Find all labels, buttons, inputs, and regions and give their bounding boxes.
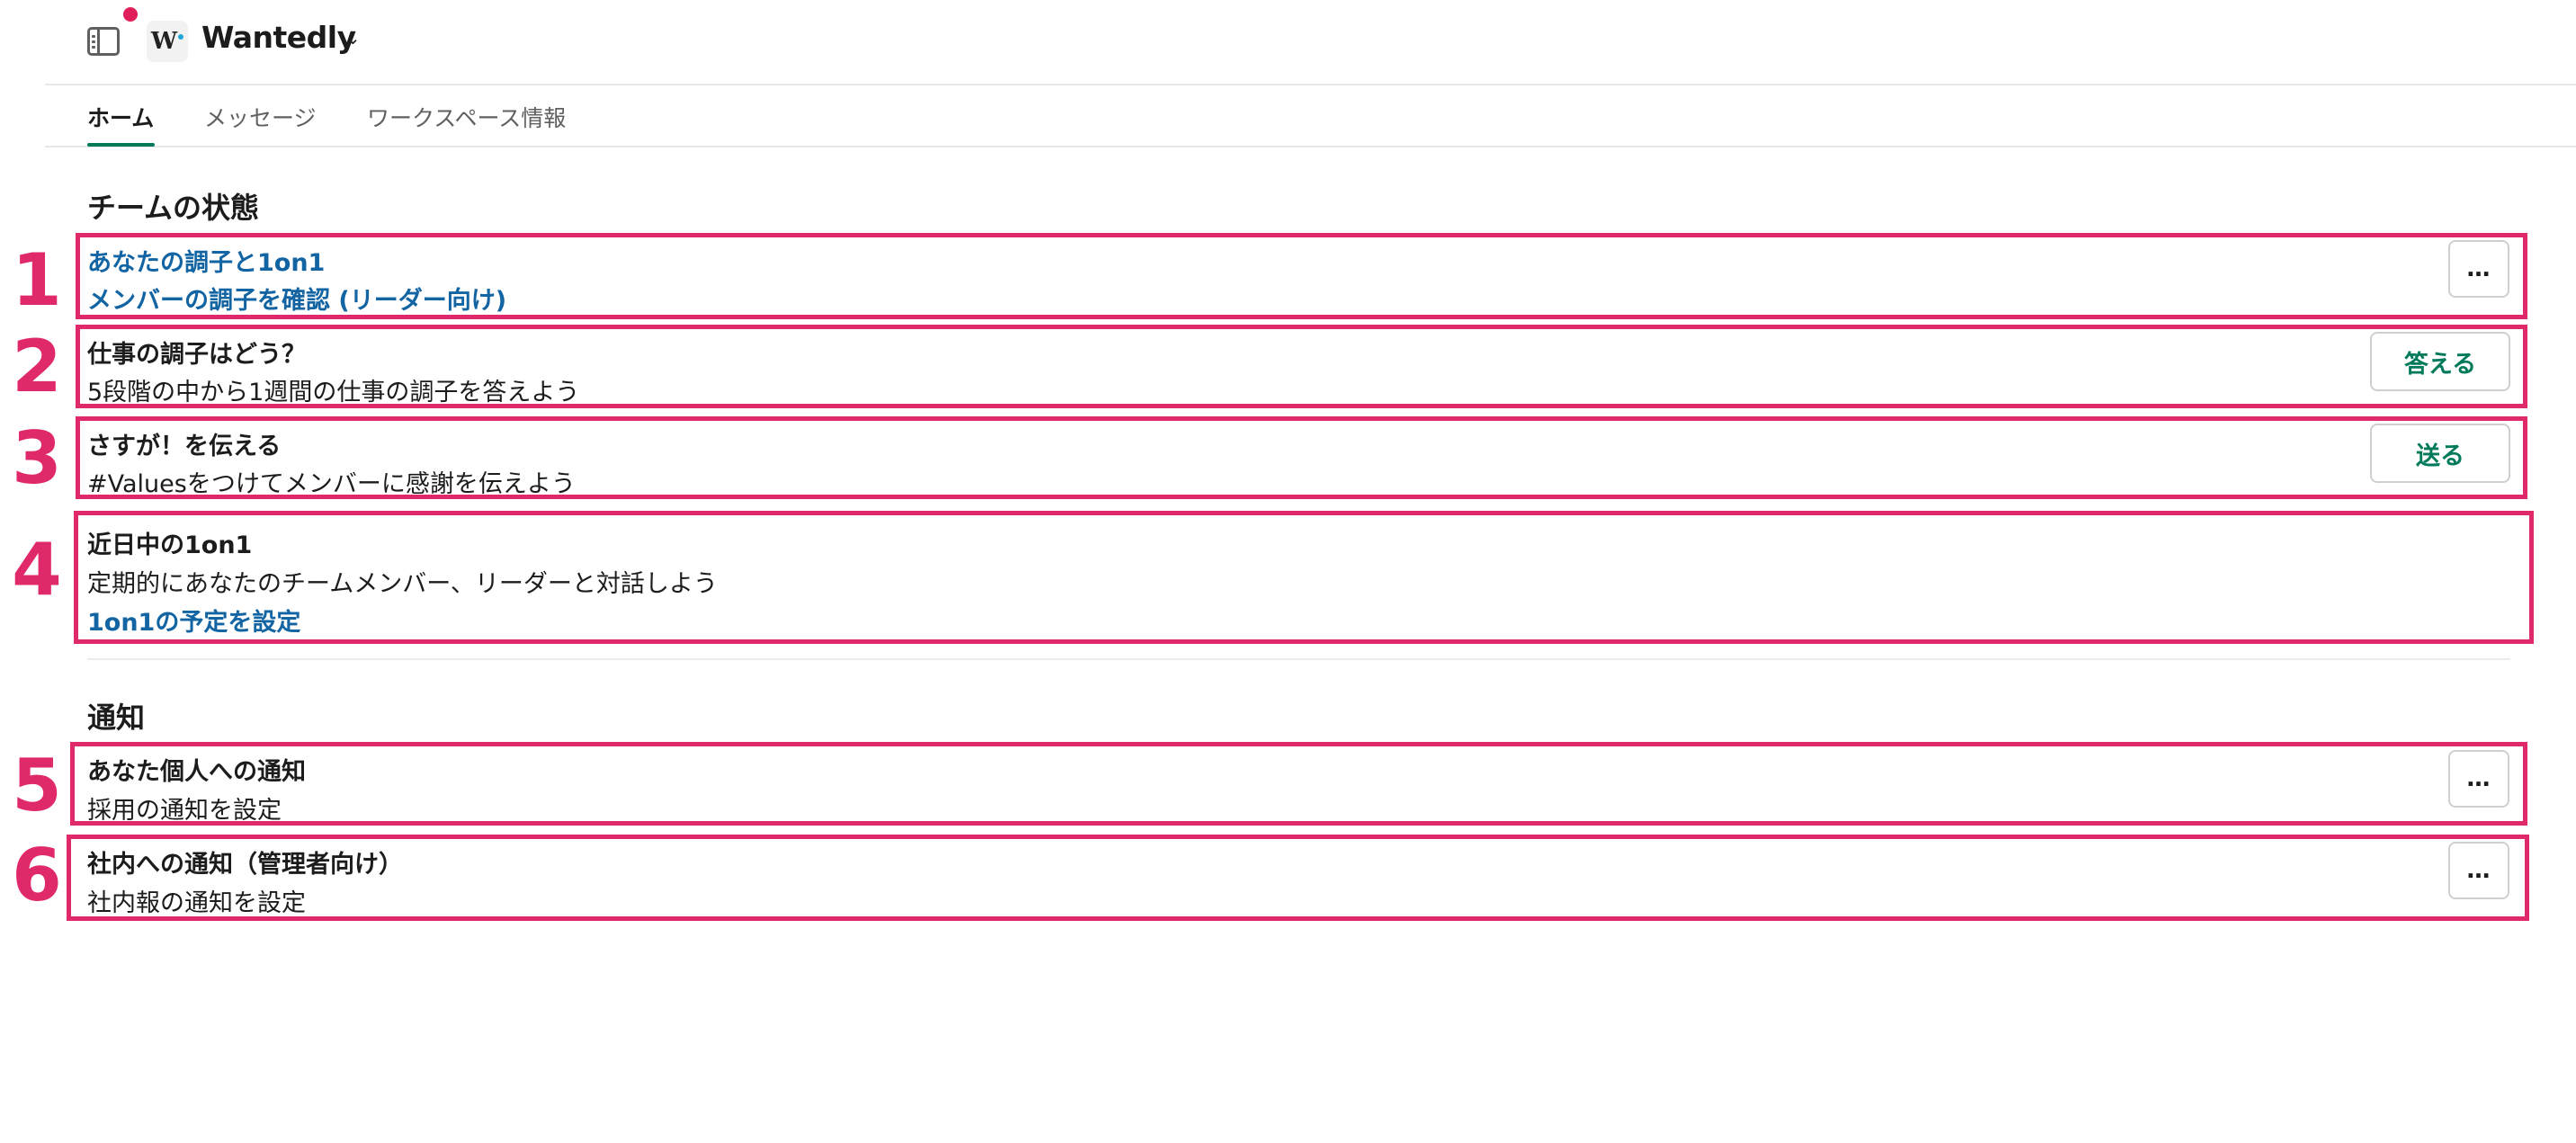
more-options-button[interactable]: … (2448, 750, 2509, 808)
sidebar-toggle-icon[interactable] (87, 27, 120, 56)
work-condition-description: 5段階の中から1週間の仕事の調子を答えよう (87, 379, 580, 406)
work-condition-heading: 仕事の調子はどう？ (87, 341, 306, 369)
highlight-box (70, 742, 2527, 826)
row-number: 1 (12, 238, 62, 322)
tab-messages[interactable]: メッセージ (204, 101, 317, 133)
row-number: 6 (12, 834, 62, 917)
active-tab-indicator (87, 143, 155, 147)
schedule-1on1-link[interactable]: 1on1の予定を設定 (87, 603, 300, 638)
send-button[interactable]: 送る (2370, 424, 2510, 483)
wantedly-logo: W (147, 21, 188, 62)
kudos-description: #Valuesをつけてメンバーに感謝を伝えよう (87, 470, 576, 498)
answer-button[interactable]: 答える (2370, 332, 2510, 391)
tabbar-divider (45, 146, 2576, 147)
member-condition-link[interactable]: メンバーの調子を確認 (リーダー向け) (87, 281, 506, 316)
header-divider (45, 84, 2576, 85)
section-title-team: チームの状態 (87, 191, 260, 225)
kudos-heading: さすが！を伝える (87, 433, 282, 460)
highlight-box (67, 835, 2529, 921)
more-options-button[interactable]: … (2448, 842, 2509, 899)
section-title-notifications: 通知 (87, 701, 146, 735)
row-number: 4 (12, 528, 62, 612)
company-notification-heading: 社内への通知（管理者向け） (87, 851, 403, 879)
upcoming-1on1-description: 定期的にあなたのチームメンバー、リーダーと対話しよう (87, 570, 718, 598)
notification-dot (123, 7, 138, 22)
row-number: 5 (12, 744, 62, 827)
workspace-name[interactable]: Wantedly (201, 20, 356, 55)
personal-notification-heading: あなた個人への通知 (87, 758, 306, 786)
personal-notification-description: 採用の通知を設定 (87, 797, 282, 825)
my-condition-link[interactable]: あなたの調子と1on1 (87, 243, 325, 278)
tab-home[interactable]: ホーム (87, 101, 154, 133)
chevron-down-icon[interactable]: ⌄ (345, 27, 361, 49)
upcoming-1on1-heading: 近日中の1on1 (87, 531, 253, 559)
tab-workspace-info[interactable]: ワークスペース情報 (367, 101, 566, 133)
row-number: 3 (12, 416, 62, 500)
row-number: 2 (12, 325, 62, 408)
section-divider (87, 658, 2510, 660)
company-notification-description: 社内報の通知を設定 (87, 889, 306, 917)
more-options-button[interactable]: … (2448, 240, 2509, 298)
